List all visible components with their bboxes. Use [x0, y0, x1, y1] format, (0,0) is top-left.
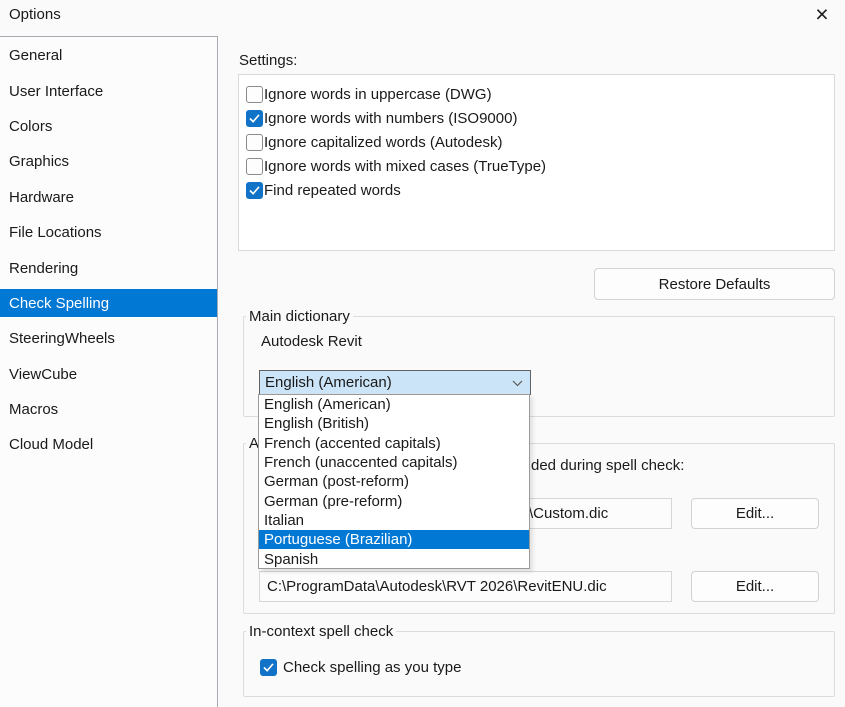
restore-defaults-button[interactable]: Restore Defaults	[594, 268, 835, 300]
sidebar-item-viewcube[interactable]: ViewCube	[0, 357, 217, 392]
sidebar-item-colors[interactable]: Colors	[0, 109, 217, 144]
sidebar-item-check-spelling[interactable]: Check Spelling	[0, 289, 217, 317]
combobox-value: English (American)	[265, 374, 392, 391]
checkbox[interactable]	[260, 659, 277, 676]
building-dictionary-path-field[interactable]: C:\ProgramData\Autodesk\RVT 2026\RevitEN…	[259, 571, 672, 602]
option-find-repeated[interactable]: Find repeated words	[239, 178, 834, 202]
option-label: Check spelling as you type	[283, 659, 461, 676]
close-icon[interactable]: ×	[805, 0, 839, 28]
checkbox[interactable]	[246, 182, 263, 199]
sidebar-item-file-locations[interactable]: File Locations	[0, 215, 217, 250]
option-ignore-uppercase[interactable]: Ignore words in uppercase (DWG)	[239, 82, 834, 106]
check-icon	[249, 114, 260, 123]
options-sidebar: General User Interface Colors Graphics H…	[0, 36, 218, 707]
sidebar-item-rendering[interactable]: Rendering	[0, 250, 217, 285]
product-label: Autodesk Revit	[261, 333, 362, 350]
edit-building-dictionary-button[interactable]: Edit...	[691, 571, 819, 602]
check-spelling-as-you-type-option[interactable]: Check spelling as you type	[260, 659, 461, 676]
dropdown-item-english-british[interactable]: English (British)	[259, 414, 529, 433]
sidebar-item-general[interactable]: General	[0, 38, 217, 73]
dropdown-item-german-pre-reform[interactable]: German (pre-reform)	[259, 491, 529, 510]
dictionary-dropdown-list: English (American) English (British) Fre…	[258, 394, 530, 569]
dropdown-item-german-post-reform[interactable]: German (post-reform)	[259, 472, 529, 491]
main-dictionary-legend: Main dictionary	[246, 308, 353, 325]
spelling-settings-list: Ignore words in uppercase (DWG) Ignore w…	[238, 74, 835, 251]
option-label: Ignore words with mixed cases (TrueType)	[264, 158, 546, 175]
in-context-spell-check-group: In-context spell check Check spelling as…	[243, 631, 835, 697]
dropdown-item-italian[interactable]: Italian	[259, 511, 529, 530]
option-ignore-mixed-case[interactable]: Ignore words with mixed cases (TrueType)	[239, 154, 834, 178]
in-context-legend: In-context spell check	[246, 623, 396, 640]
edit-custom-dictionary-button[interactable]: Edit...	[691, 498, 819, 529]
checkbox[interactable]	[246, 134, 263, 151]
option-ignore-numbers[interactable]: Ignore words with numbers (ISO9000)	[239, 106, 834, 130]
sidebar-item-macros[interactable]: Macros	[0, 392, 217, 427]
option-label: Ignore words with numbers (ISO9000)	[264, 110, 517, 127]
option-label: Find repeated words	[264, 182, 401, 199]
dropdown-item-english-american[interactable]: English (American)	[259, 395, 529, 414]
check-icon	[249, 186, 260, 195]
dropdown-item-portuguese-brazilian[interactable]: Portuguese (Brazilian)	[259, 530, 529, 549]
dropdown-item-spanish[interactable]: Spanish	[259, 549, 529, 568]
sidebar-item-steeringwheels[interactable]: SteeringWheels	[0, 321, 217, 356]
settings-label: Settings:	[239, 52, 297, 69]
sidebar-item-cloud-model[interactable]: Cloud Model	[0, 427, 217, 462]
title-bar: Options ×	[0, 0, 845, 32]
custom-dictionary-label: ded during spell check:	[531, 457, 684, 474]
checkbox[interactable]	[246, 110, 263, 127]
option-ignore-capitalized[interactable]: Ignore capitalized words (Autodesk)	[239, 130, 834, 154]
sidebar-item-graphics[interactable]: Graphics	[0, 144, 217, 179]
dropdown-item-french-unaccented[interactable]: French (unaccented capitals)	[259, 453, 529, 472]
check-icon	[263, 663, 274, 672]
checkbox[interactable]	[246, 158, 263, 175]
dropdown-item-french-accented[interactable]: French (accented capitals)	[259, 434, 529, 453]
sidebar-item-user-interface[interactable]: User Interface	[0, 73, 217, 108]
chevron-down-icon	[512, 380, 523, 387]
option-label: Ignore capitalized words (Autodesk)	[264, 134, 502, 151]
window-title: Options	[9, 6, 61, 23]
sidebar-item-hardware[interactable]: Hardware	[0, 180, 217, 215]
option-label: Ignore words in uppercase (DWG)	[264, 86, 492, 103]
dictionary-combobox[interactable]: English (American)	[259, 370, 531, 395]
checkbox[interactable]	[246, 86, 263, 103]
